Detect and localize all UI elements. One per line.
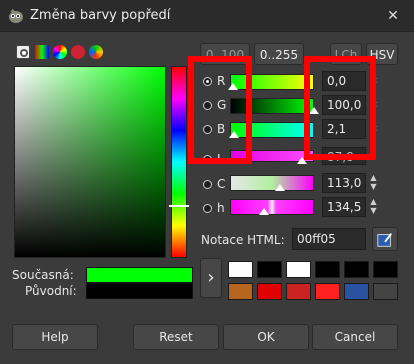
- palette-tab-icon[interactable]: [89, 45, 103, 59]
- slider-marker-h: [259, 208, 269, 215]
- history-swatch[interactable]: [344, 261, 369, 278]
- history-swatch[interactable]: [228, 283, 253, 300]
- color-field[interactable]: [14, 66, 166, 258]
- history-swatch[interactable]: [286, 283, 311, 300]
- current-color-swatch: [86, 267, 193, 283]
- hue-marker: [169, 205, 189, 207]
- current-color-label: Současná:: [12, 268, 74, 282]
- gimp-app-icon: [9, 9, 23, 23]
- history-swatch[interactable]: [286, 261, 311, 278]
- color-wheel-tab-icon[interactable]: [53, 45, 67, 59]
- history-swatch[interactable]: [315, 261, 340, 278]
- scale-0-255-button[interactable]: 0..255: [254, 43, 304, 65]
- eyedropper-icon: [377, 233, 393, 247]
- highlight-box-rgb-labels: [188, 56, 252, 164]
- reset-button[interactable]: Reset: [133, 324, 219, 350]
- channel-radio-c[interactable]: [203, 180, 212, 189]
- channel-spinner-c[interactable]: ▲ ▼: [368, 173, 379, 193]
- history-swatch[interactable]: [315, 283, 340, 300]
- previous-color-label: Původní:: [25, 284, 77, 298]
- help-button[interactable]: Help: [12, 324, 98, 350]
- gimp-selector-tab-icon[interactable]: [16, 45, 30, 59]
- channel-slider-c[interactable]: [230, 175, 314, 191]
- channel-field-h[interactable]: 134,5: [322, 197, 366, 217]
- channel-field-c[interactable]: 113,0: [322, 173, 366, 193]
- channel-label-h: h: [217, 201, 225, 215]
- history-swatch[interactable]: [373, 283, 398, 300]
- add-to-history-button[interactable]: ›: [200, 258, 222, 298]
- color-picker-button[interactable]: [372, 227, 398, 251]
- history-swatch[interactable]: [228, 261, 253, 278]
- highlight-box-rgb-values: [304, 56, 376, 160]
- channel-spinner-h[interactable]: ▲ ▼: [368, 197, 379, 217]
- window-title: Změna barvy popředí: [30, 8, 171, 23]
- slider-marker-c: [275, 184, 285, 191]
- html-notation-field[interactable]: 00ff05: [292, 228, 366, 250]
- html-notation-label: Notace HTML:: [201, 233, 285, 247]
- watercolor-tab-icon[interactable]: [71, 45, 85, 59]
- ok-button[interactable]: OK: [223, 324, 309, 350]
- history-swatch[interactable]: [257, 261, 282, 278]
- history-swatch[interactable]: [344, 283, 369, 300]
- cancel-button[interactable]: Cancel: [312, 324, 398, 350]
- hue-strip[interactable]: [171, 66, 187, 258]
- previous-color-swatch: [86, 283, 193, 299]
- history-swatch[interactable]: [373, 261, 398, 278]
- cmyk-selector-tab-icon[interactable]: [35, 45, 49, 59]
- channel-slider-h[interactable]: [230, 199, 314, 215]
- history-swatch[interactable]: [257, 283, 282, 300]
- close-icon[interactable]: ✕: [385, 8, 401, 24]
- channel-label-c: C: [217, 177, 226, 191]
- channel-radio-h[interactable]: [203, 204, 212, 213]
